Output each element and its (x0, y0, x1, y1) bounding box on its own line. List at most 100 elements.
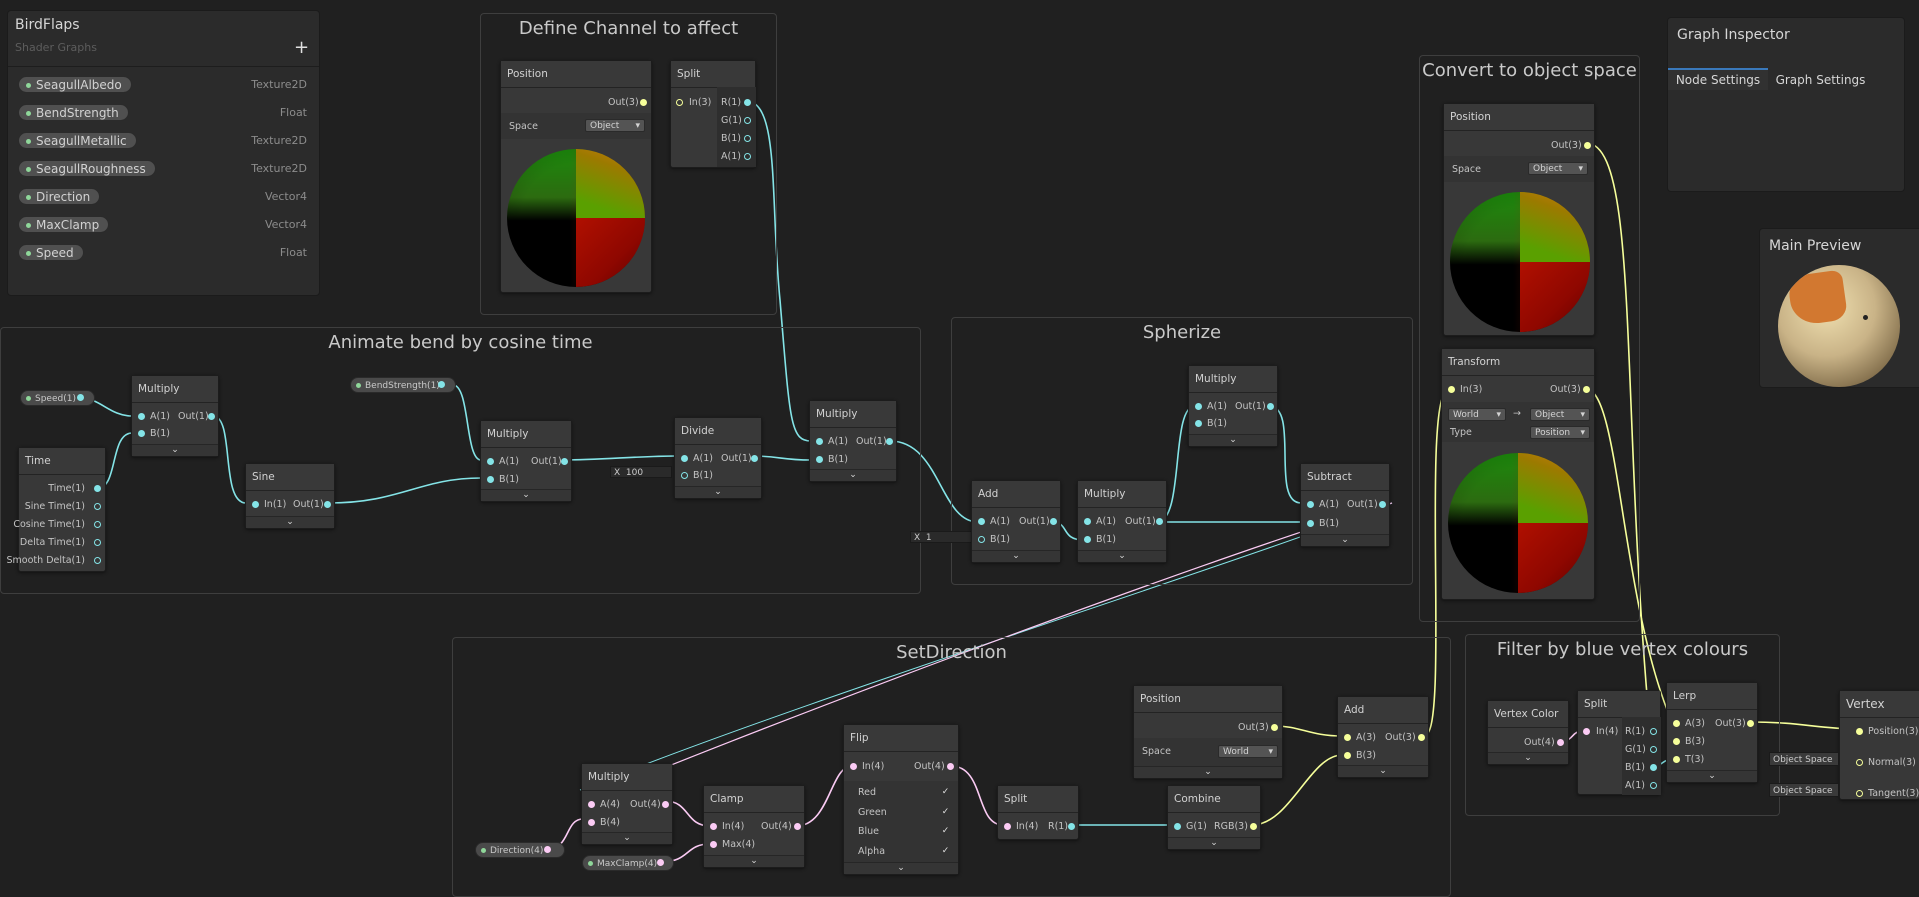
port-b-dot[interactable] (1195, 420, 1202, 427)
collapse-chevron-icon[interactable]: ⌄ (1301, 534, 1389, 546)
port-tangent-dot[interactable] (1856, 790, 1863, 797)
port-a-dot[interactable] (681, 455, 688, 462)
collapse-chevron-icon[interactable]: ⌄ (132, 444, 218, 456)
node-divide[interactable]: Divide A(1) B(1) Out(1) ⌄ (674, 417, 762, 499)
port-in-dot[interactable] (676, 99, 683, 106)
port-out-dot[interactable] (1050, 518, 1057, 525)
node-subtract[interactable]: Subtract A(1) B(1) Out(1) ⌄ (1300, 463, 1390, 547)
direction-out-dot[interactable] (544, 846, 551, 853)
collapse-chevron-icon[interactable]: ⌄ (844, 862, 958, 874)
bendstrength-out-dot[interactable] (438, 381, 445, 388)
port-out-dot[interactable] (1156, 518, 1163, 525)
port-out-dot[interactable] (1379, 501, 1386, 508)
tab-node-settings[interactable]: Node Settings (1668, 68, 1768, 90)
port-in-dot[interactable] (710, 823, 717, 830)
collapse-chevron-icon[interactable]: ⌄ (1134, 766, 1282, 778)
node-vertex-master[interactable]: Vertex Position(3) Normal(3) Tangent(3) (1839, 690, 1919, 800)
port-out-dot[interactable] (662, 801, 669, 808)
port-a-dot[interactable] (1195, 403, 1202, 410)
flip-green-checkbox[interactable]: ✓ (941, 808, 950, 817)
tangent-space-field[interactable]: Object Space (1769, 783, 1839, 797)
space-dropdown[interactable]: Object (1528, 162, 1588, 176)
port-max-dot[interactable] (710, 841, 717, 848)
port-g-dot[interactable] (1650, 746, 1657, 753)
node-multiply-speed[interactable]: Multiply A(1) B(1) Out(1) ⌄ (131, 375, 219, 457)
from-space-dropdown[interactable]: World (1448, 408, 1506, 422)
direction-property-node[interactable]: Direction(4) (475, 842, 565, 858)
blackboard-property-row[interactable]: SeagullRoughness Texture2D (18, 160, 307, 178)
node-add-spherize[interactable]: Add A(1) B(1) Out(1) ⌄ (971, 480, 1061, 563)
collapse-chevron-icon[interactable]: ⌄ (810, 469, 896, 481)
port-smooth-dot[interactable] (94, 557, 101, 564)
port-delta-dot[interactable] (94, 539, 101, 546)
port-t-dot[interactable] (1673, 756, 1680, 763)
port-a-dot[interactable] (1307, 501, 1314, 508)
maxclamp-out-dot[interactable] (657, 859, 664, 866)
group-animate-bend[interactable]: Animate bend by cosine time (0, 327, 921, 594)
collapse-chevron-icon[interactable]: ⌄ (972, 550, 1060, 562)
node-split-vertex-color[interactable]: Split In(4) R(1) G(1) B(1) A(1) (1577, 690, 1661, 795)
normal-space-field[interactable]: Object Space (1769, 752, 1839, 766)
node-position-world[interactable]: Position Out(3) Space World ⌄ (1133, 685, 1283, 779)
port-b-dot[interactable] (978, 536, 985, 543)
port-out-dot[interactable] (640, 99, 647, 106)
port-g-dot[interactable] (744, 117, 751, 124)
blackboard-property-row[interactable]: MaxClamp Vector4 (18, 216, 307, 234)
node-vertex-color[interactable]: Vertex Color Out(4) ⌄ (1487, 700, 1569, 765)
port-normal-dot[interactable] (1856, 759, 1863, 766)
flip-alpha-checkbox[interactable]: ✓ (941, 847, 950, 856)
port-in-dot[interactable] (252, 501, 259, 508)
node-split-position[interactable]: Split In(3) R(1) G(1) B(1) A(1) (670, 60, 756, 168)
port-a-dot[interactable] (588, 801, 595, 808)
node-split-direction[interactable]: Split In(4) R(1) (997, 785, 1079, 840)
collapse-chevron-icon[interactable]: ⌄ (1338, 765, 1428, 777)
port-in-dot[interactable] (850, 763, 857, 770)
port-r-dot[interactable] (744, 99, 751, 106)
flip-blue-checkbox[interactable]: ✓ (941, 827, 950, 836)
node-lerp[interactable]: Lerp A(3) B(3) T(3) Out(3) ⌄ (1666, 682, 1758, 783)
port-cosine-dot[interactable] (94, 521, 101, 528)
port-a-dot[interactable] (816, 438, 823, 445)
collapse-chevron-icon[interactable]: ⌄ (1078, 550, 1166, 562)
node-combine[interactable]: Combine G(1) RGB(3) ⌄ (1167, 785, 1261, 850)
property-pill[interactable]: SeagullMetallic (18, 132, 137, 149)
speed-out-dot[interactable] (77, 394, 84, 401)
port-out-dot[interactable] (1747, 720, 1754, 727)
port-position-dot[interactable] (1856, 728, 1863, 735)
port-out-dot[interactable] (1557, 739, 1564, 746)
port-b-dot[interactable] (1650, 764, 1657, 771)
port-out-dot[interactable] (1583, 386, 1590, 393)
port-in-dot[interactable] (1448, 386, 1455, 393)
port-out-dot[interactable] (208, 413, 215, 420)
type-dropdown[interactable]: Position (1530, 426, 1590, 440)
port-b-dot[interactable] (1344, 752, 1351, 759)
node-multiply-direction[interactable]: Multiply A(4) B(4) Out(4) ⌄ (581, 763, 673, 845)
blackboard-property-row[interactable]: BendStrength Float (18, 104, 307, 122)
port-a-dot[interactable] (1673, 720, 1680, 727)
port-out-dot[interactable] (324, 501, 331, 508)
port-r-dot[interactable] (1650, 728, 1657, 735)
port-out-dot[interactable] (1418, 734, 1425, 741)
port-a-dot[interactable] (1650, 782, 1657, 789)
blackboard-property-row[interactable]: Speed Float (18, 244, 307, 262)
flip-red-checkbox[interactable]: ✓ (941, 788, 950, 797)
property-pill[interactable]: Direction (18, 188, 101, 205)
blackboard-property-row[interactable]: SeagullMetallic Texture2D (18, 132, 307, 150)
preview-sphere[interactable] (1778, 265, 1900, 387)
port-out-dot[interactable] (751, 455, 758, 462)
divide-b-field[interactable]: X 100 (610, 466, 672, 478)
port-in-dot[interactable] (1004, 823, 1011, 830)
port-b-dot[interactable] (588, 819, 595, 826)
collapse-chevron-icon[interactable]: ⌄ (246, 516, 334, 528)
port-r-dot[interactable] (1068, 823, 1075, 830)
node-multiply-channel[interactable]: Multiply A(1) B(1) Out(1) ⌄ (809, 400, 897, 482)
port-sine-dot[interactable] (94, 503, 101, 510)
collapse-chevron-icon[interactable]: ⌄ (675, 486, 761, 498)
property-pill[interactable]: SeagullAlbedo (18, 76, 132, 93)
node-position-object-2[interactable]: Position Out(3) Space Object (1443, 103, 1595, 336)
node-multiply-bend[interactable]: Multiply A(1) B(1) Out(1) ⌄ (480, 420, 572, 502)
port-b-dot[interactable] (487, 476, 494, 483)
node-multiply-square[interactable]: Multiply A(1) B(1) Out(1) ⌄ (1188, 365, 1278, 447)
port-out-dot[interactable] (794, 823, 801, 830)
port-out-dot[interactable] (947, 763, 954, 770)
